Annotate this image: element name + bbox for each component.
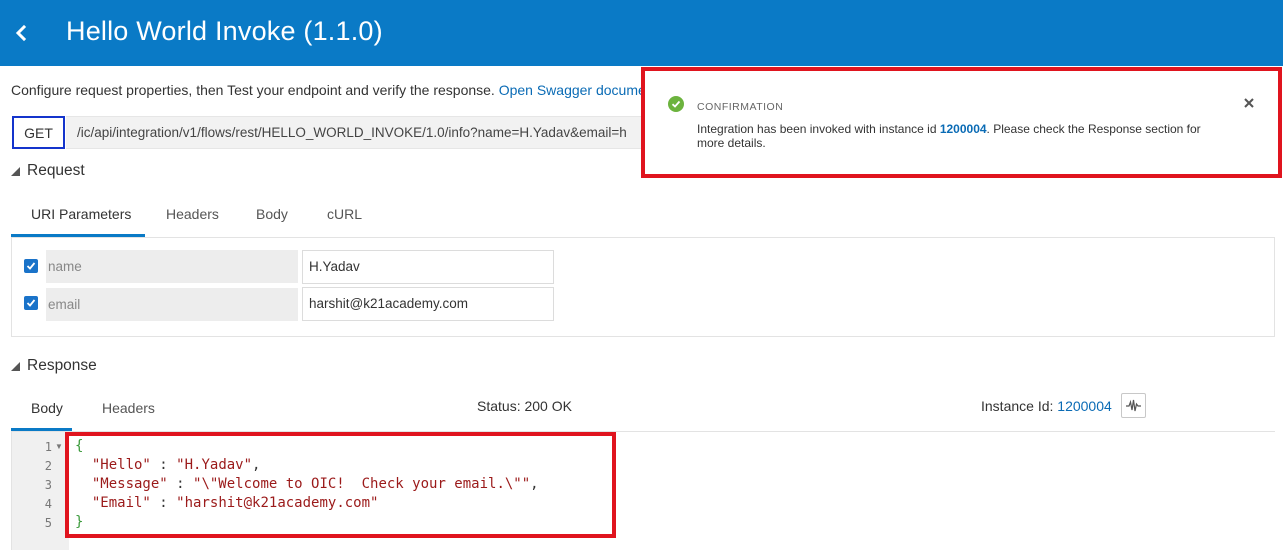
json-value: "\"Welcome to OIC! Check your email.\"" bbox=[193, 476, 531, 492]
checkmark-icon bbox=[26, 299, 36, 307]
fold-arrow-icon[interactable]: ▼ bbox=[55, 442, 63, 451]
http-method-selector[interactable]: GET bbox=[12, 116, 65, 149]
checkmark-icon bbox=[671, 100, 681, 108]
tab-uri-parameters[interactable]: URI Parameters bbox=[31, 197, 131, 231]
json-key: "Hello" bbox=[91, 457, 151, 473]
confirmation-toast: CONFIRMATION Integration has been invoke… bbox=[641, 67, 1282, 178]
tab-response-headers[interactable]: Headers bbox=[102, 391, 155, 425]
intro-description: Configure request properties, then Test … bbox=[11, 82, 646, 98]
response-instance-id: Instance Id: 1200004 bbox=[981, 398, 1112, 414]
activity-stream-button[interactable] bbox=[1121, 393, 1146, 418]
line-number: 5 bbox=[44, 516, 52, 530]
json-value: "harshit@k21academy.com" bbox=[176, 495, 379, 511]
toast-message: Integration has been invoked with instan… bbox=[697, 122, 1217, 150]
line-number-gutter: 1 ▼ 2 3 4 5 bbox=[12, 432, 69, 550]
code-line-email: "Email" : "harshit@k21academy.com" bbox=[91, 495, 379, 511]
tab-request-body[interactable]: Body bbox=[256, 197, 288, 231]
tab-curl[interactable]: cURL bbox=[327, 197, 362, 231]
response-status: Status: 200 OK bbox=[477, 398, 572, 414]
param-name-field: name bbox=[46, 250, 298, 283]
tab-response-body[interactable]: Body bbox=[31, 391, 63, 425]
collapse-triangle-icon bbox=[11, 361, 20, 371]
code-line-message: "Message" : "\"Welcome to OIC! Check you… bbox=[91, 476, 539, 492]
app-header: Hello World Invoke (1.1.0) bbox=[0, 0, 1283, 66]
tab-request-headers[interactable]: Headers bbox=[166, 197, 219, 231]
response-body-editor[interactable]: 1 ▼ 2 3 4 5 { "Hello" : "H.Yadav", "Mess… bbox=[11, 431, 1275, 550]
request-section-toggle[interactable]: Request bbox=[11, 162, 85, 180]
toast-label: CONFIRMATION bbox=[697, 101, 784, 113]
json-key: "Email" bbox=[91, 495, 151, 511]
status-value: 200 OK bbox=[524, 398, 572, 414]
instance-label: Instance Id: bbox=[981, 398, 1058, 414]
uri-parameters-panel: name H.Yadav email harshit@k21academy.co… bbox=[11, 237, 1275, 337]
request-section-title: Request bbox=[27, 162, 85, 179]
checkmark-icon bbox=[26, 262, 36, 270]
line-number: 1 bbox=[44, 440, 52, 454]
line-number: 4 bbox=[44, 497, 52, 511]
collapse-triangle-icon bbox=[11, 166, 20, 176]
close-icon bbox=[1244, 98, 1254, 108]
open-swagger-link[interactable]: Open Swagger docume bbox=[499, 82, 646, 98]
toast-instance-id[interactable]: 1200004 bbox=[940, 122, 987, 136]
response-tabs: Body Headers bbox=[11, 391, 211, 425]
status-label: Status: bbox=[477, 398, 525, 414]
line-number: 2 bbox=[44, 459, 52, 473]
response-section-title: Response bbox=[27, 357, 97, 374]
code-line-open-brace: { bbox=[75, 438, 84, 454]
param-name-field: email bbox=[46, 288, 298, 321]
json-key: "Message" bbox=[91, 476, 168, 492]
success-circle-icon bbox=[668, 96, 684, 112]
intro-text: Configure request properties, then Test … bbox=[11, 82, 499, 98]
back-button[interactable] bbox=[10, 20, 34, 46]
line-number: 3 bbox=[44, 478, 52, 492]
instance-id-link[interactable]: 1200004 bbox=[1057, 398, 1112, 414]
code-line-close-brace: } bbox=[75, 514, 84, 530]
param-checkbox-email[interactable] bbox=[24, 296, 38, 310]
endpoint-url[interactable]: /ic/api/integration/v1/flows/rest/HELLO_… bbox=[66, 116, 696, 149]
param-value-input[interactable]: harshit@k21academy.com bbox=[302, 287, 554, 321]
activity-stream-icon bbox=[1126, 399, 1141, 412]
json-value: "H.Yadav" bbox=[176, 457, 253, 473]
page-title: Hello World Invoke (1.1.0) bbox=[66, 16, 383, 46]
param-value-input[interactable]: H.Yadav bbox=[302, 250, 554, 284]
close-button[interactable] bbox=[1242, 96, 1256, 110]
request-tabs: URI Parameters Headers Body cURL bbox=[11, 197, 411, 231]
toast-message-before: Integration has been invoked with instan… bbox=[697, 122, 940, 136]
chevron-left-icon bbox=[15, 24, 27, 42]
response-section-toggle[interactable]: Response bbox=[11, 357, 97, 375]
code-line-hello: "Hello" : "H.Yadav", bbox=[91, 457, 261, 473]
param-checkbox-name[interactable] bbox=[24, 259, 38, 273]
